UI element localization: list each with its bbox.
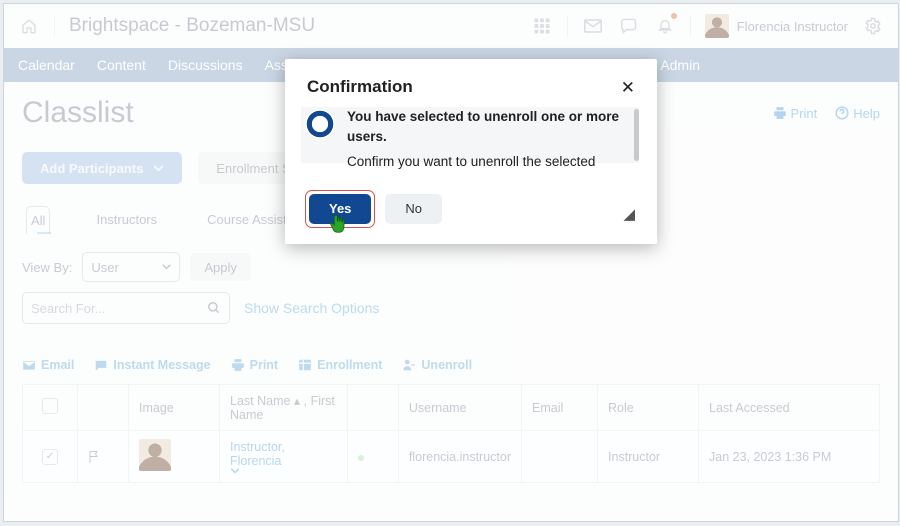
search-icon bbox=[207, 301, 221, 315]
dialog-title: Confirmation bbox=[307, 77, 413, 97]
col-accessed[interactable]: Last Accessed bbox=[699, 385, 880, 431]
dialog-message: You have selected to unenroll one or mor… bbox=[347, 107, 635, 172]
row-checkbox[interactable]: ✓ bbox=[42, 449, 58, 465]
table-icon bbox=[298, 358, 312, 372]
flag-icon[interactable] bbox=[88, 450, 100, 464]
divider bbox=[690, 15, 691, 37]
table-row[interactable]: ✓ Instructor, Florencia florencia.instru… bbox=[23, 431, 880, 483]
no-button[interactable]: No bbox=[385, 194, 442, 224]
select-all-checkbox[interactable] bbox=[42, 398, 58, 414]
add-participants-label: Add Participants bbox=[40, 161, 143, 176]
dialog-line1: You have selected to unenroll one or mor… bbox=[347, 107, 635, 146]
resize-handle-icon[interactable]: ◢ bbox=[623, 207, 635, 222]
help-label: Help bbox=[853, 106, 880, 121]
chevron-down-icon bbox=[162, 264, 171, 270]
user-menu[interactable]: Florencia Instructor bbox=[705, 14, 848, 38]
avatar bbox=[705, 14, 729, 38]
chevron-down-icon bbox=[153, 165, 164, 172]
chevron-down-icon[interactable] bbox=[230, 468, 240, 474]
close-icon[interactable]: ✕ bbox=[621, 79, 635, 96]
yes-highlight: Yes bbox=[305, 190, 375, 228]
question-icon: ? bbox=[305, 109, 335, 139]
row-username: florencia.instructor bbox=[398, 431, 521, 483]
table-header: Image Last Name ▴ , First Name Username … bbox=[23, 385, 880, 431]
home-icon[interactable] bbox=[18, 15, 40, 37]
yes-button[interactable]: Yes bbox=[309, 194, 371, 224]
action-unenroll[interactable]: Unenroll bbox=[402, 358, 472, 372]
action-print[interactable]: Print bbox=[231, 358, 278, 372]
chat-icon bbox=[94, 359, 108, 372]
show-search-options[interactable]: Show Search Options bbox=[244, 300, 379, 316]
mail-icon[interactable] bbox=[582, 15, 604, 37]
row-avatar bbox=[139, 439, 171, 471]
col-image[interactable]: Image bbox=[129, 385, 220, 431]
top-bar: Brightspace - Bozeman-MSU Florencia Inst… bbox=[4, 4, 898, 48]
action-print-label: Print bbox=[250, 358, 278, 372]
action-enrollment[interactable]: Enrollment bbox=[298, 358, 382, 372]
action-email-label: Email bbox=[41, 358, 74, 372]
action-im-label: Instant Message bbox=[113, 358, 210, 372]
apps-icon[interactable] bbox=[531, 15, 553, 37]
row-role: Instructor bbox=[598, 431, 699, 483]
nav-content[interactable]: Content bbox=[97, 57, 146, 73]
col-name[interactable]: Last Name ▴ , First Name bbox=[220, 385, 348, 431]
online-dot bbox=[358, 455, 364, 461]
user-minus-icon bbox=[402, 358, 416, 372]
action-email[interactable]: Email bbox=[22, 358, 74, 372]
site-title: Brightspace - Bozeman-MSU bbox=[69, 15, 315, 37]
mail-icon bbox=[22, 360, 36, 371]
page-title: Classlist bbox=[22, 96, 134, 130]
help-button[interactable]: Help bbox=[835, 106, 880, 121]
confirmation-dialog: Confirmation ✕ ? You have selected to un… bbox=[285, 59, 657, 244]
divider bbox=[54, 15, 55, 37]
tab-instructors[interactable]: Instructors bbox=[92, 206, 161, 234]
action-enrollment-label: Enrollment bbox=[317, 358, 382, 372]
classlist-table: Image Last Name ▴ , First Name Username … bbox=[22, 384, 880, 483]
print-button[interactable]: Print bbox=[773, 106, 818, 121]
action-im[interactable]: Instant Message bbox=[94, 358, 210, 372]
search-placeholder: Search For... bbox=[31, 301, 105, 316]
row-accessed: Jan 23, 2023 1:36 PM bbox=[699, 431, 880, 483]
search-input[interactable]: Search For... bbox=[22, 292, 230, 324]
action-unenroll-label: Unenroll bbox=[421, 358, 472, 372]
col-username[interactable]: Username bbox=[398, 385, 521, 431]
print-icon bbox=[231, 358, 245, 372]
nav-discussions[interactable]: Discussions bbox=[168, 57, 243, 73]
gear-icon[interactable] bbox=[862, 15, 884, 37]
tab-all[interactable]: All bbox=[26, 206, 50, 234]
viewby-label: View By: bbox=[22, 260, 72, 275]
viewby-value: User bbox=[91, 260, 118, 275]
chat-icon[interactable] bbox=[618, 15, 640, 37]
apply-button[interactable]: Apply bbox=[190, 253, 251, 281]
add-participants-button[interactable]: Add Participants bbox=[22, 152, 182, 184]
print-label: Print bbox=[791, 106, 818, 121]
col-role[interactable]: Role bbox=[598, 385, 699, 431]
notification-dot bbox=[671, 13, 677, 19]
user-name: Florencia Instructor bbox=[737, 19, 848, 34]
divider bbox=[567, 15, 568, 37]
bell-icon[interactable] bbox=[654, 15, 676, 37]
nav-admin[interactable]: Admin bbox=[660, 57, 700, 73]
viewby-select[interactable]: User bbox=[82, 252, 180, 282]
col-email[interactable]: Email bbox=[522, 385, 598, 431]
nav-calendar[interactable]: Calendar bbox=[18, 57, 75, 73]
dialog-line2: Confirm you want to unenroll the selecte… bbox=[347, 154, 595, 169]
row-name-link[interactable]: Instructor, Florencia bbox=[230, 440, 285, 468]
